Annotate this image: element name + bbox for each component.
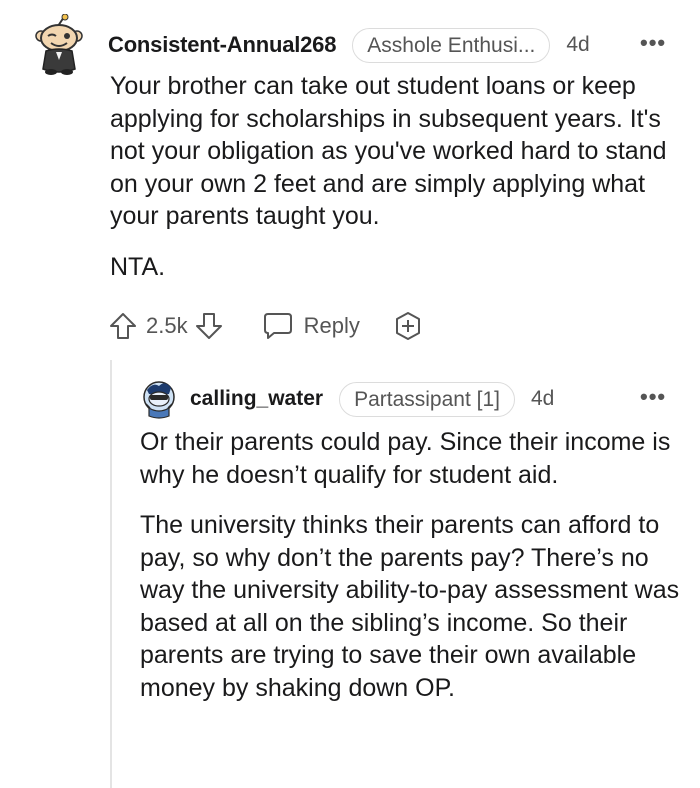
- user-flair: Partassipant [1]: [339, 381, 515, 417]
- comment-paragraph: Your brother can take out student loans …: [110, 72, 667, 230]
- comment-age: 4d: [566, 33, 590, 56]
- upvote-button[interactable]: [108, 311, 138, 341]
- reply-label: Reply: [303, 313, 360, 338]
- avatar[interactable]: [34, 13, 86, 76]
- comment-meta: Consistent-Annual268 Asshole Enthusi... …: [108, 26, 590, 64]
- reply-paragraph: Or their parents could pay. Since their …: [140, 428, 671, 489]
- reply-bubble-icon: [263, 313, 292, 339]
- reply-button[interactable]: Reply: [262, 311, 360, 341]
- reply-body: Or their parents could pay. Since their …: [140, 426, 680, 704]
- comment-actions: 2.5k Reply: [108, 306, 424, 346]
- comment-username[interactable]: Consistent-Annual268: [108, 32, 336, 58]
- more-options-button[interactable]: •••: [640, 384, 666, 410]
- thread-line[interactable]: [110, 360, 112, 788]
- comment-paragraph: NTA.: [110, 252, 166, 281]
- reply-paragraph: The university thinks their parents can …: [140, 511, 680, 702]
- upvote-icon: [110, 313, 136, 339]
- snoo-avatar-icon: [143, 381, 175, 419]
- award-button[interactable]: [392, 310, 424, 342]
- snoo-avatar-icon: [35, 13, 83, 75]
- user-flair: Asshole Enthusi...: [352, 27, 551, 63]
- reply-meta: calling_water Partassipant [1] 4d: [190, 381, 554, 417]
- award-plus-icon: [395, 312, 420, 340]
- downvote-icon: [195, 313, 222, 339]
- comment-body: Your brother can take out student loans …: [110, 70, 690, 283]
- vote-score: 2.5k: [146, 313, 188, 338]
- avatar[interactable]: [141, 380, 177, 420]
- reply-username[interactable]: calling_water: [190, 387, 323, 411]
- comment-thread: Consistent-Annual268 Asshole Enthusi... …: [0, 0, 700, 788]
- reply-age: 4d: [530, 387, 555, 410]
- more-options-button[interactable]: •••: [640, 30, 666, 56]
- downvote-button[interactable]: [194, 311, 224, 341]
